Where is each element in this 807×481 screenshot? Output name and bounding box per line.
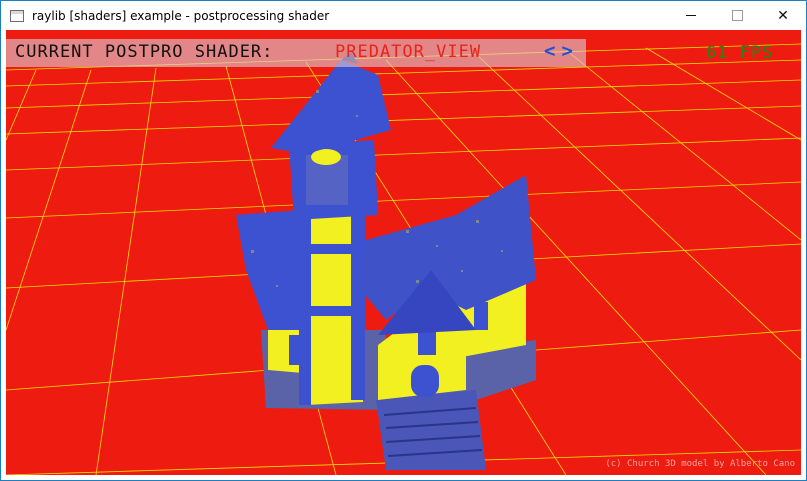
minimize-icon xyxy=(686,15,696,16)
close-icon: ✕ xyxy=(777,7,789,24)
app-window: raylib [shaders] example - postprocessin… xyxy=(0,0,807,481)
chevron-left-icon[interactable]: < xyxy=(544,40,555,62)
close-button[interactable]: ✕ xyxy=(760,1,806,30)
scene xyxy=(6,43,801,475)
church-model xyxy=(236,52,536,470)
window-app-icon xyxy=(10,9,24,22)
maximize-icon xyxy=(731,10,743,21)
title-bar[interactable]: raylib [shaders] example - postprocessin… xyxy=(1,1,806,30)
fps-counter: 61 FPS xyxy=(706,43,774,63)
shader-label: CURRENT POSTPRO SHADER: xyxy=(15,42,274,62)
current-shader-name: PREDATOR_VIEW xyxy=(335,42,482,62)
shader-nav: < > xyxy=(544,40,573,62)
chevron-right-icon[interactable]: > xyxy=(561,40,572,62)
render-viewport[interactable]: CURRENT POSTPRO SHADER: PREDATOR_VIEW < … xyxy=(6,30,801,475)
model-credit: (c) Church 3D model by Alberto Cano xyxy=(605,459,795,469)
maximize-button[interactable] xyxy=(714,1,760,30)
window-title: raylib [shaders] example - postprocessin… xyxy=(32,8,330,23)
minimize-button[interactable] xyxy=(668,1,714,30)
window-controls: ✕ xyxy=(668,1,806,30)
